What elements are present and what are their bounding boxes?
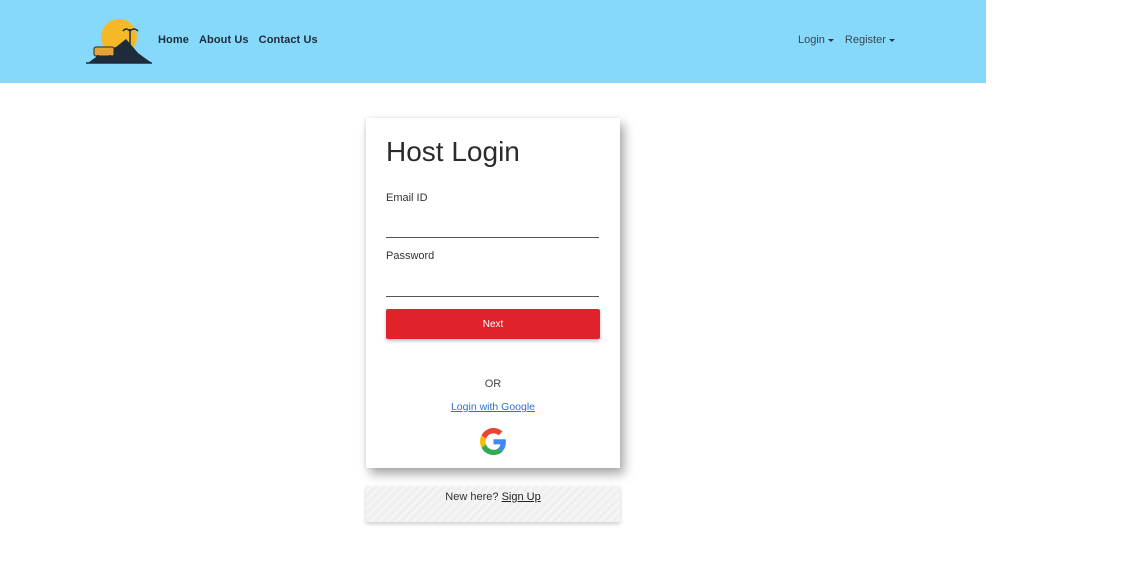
caret-down-icon (827, 39, 834, 42)
google-login-link[interactable]: Login with Google (366, 401, 620, 413)
logo-icon[interactable] (86, 19, 152, 65)
password-label: Password (386, 250, 435, 262)
nav-about-link[interactable]: About Us (199, 34, 249, 46)
register-dropdown-label: Register (844, 34, 886, 46)
signup-prompt: New here? (445, 491, 499, 503)
email-field[interactable] (386, 215, 599, 238)
next-button[interactable]: Next (386, 309, 600, 339)
login-dropdown-label: Login (798, 34, 825, 46)
login-card: Host Login Email ID Password Next OR Log… (366, 118, 620, 468)
signup-link[interactable]: Sign Up (502, 491, 541, 503)
google-icon[interactable] (480, 428, 507, 455)
signup-box: New here? Sign Up (366, 486, 620, 522)
nav-home-link[interactable]: Home (158, 34, 189, 46)
nav-contact-link[interactable]: Contact Us (259, 34, 318, 46)
caret-down-icon (888, 39, 895, 42)
page-title: Host Login (386, 136, 520, 167)
register-dropdown[interactable]: Register (845, 34, 895, 46)
password-field[interactable] (386, 274, 599, 297)
navbar: Home About Us Contact Us Login Register (0, 0, 986, 83)
email-label: Email ID (386, 192, 428, 204)
or-divider-text: OR (484, 378, 502, 390)
login-dropdown[interactable]: Login (798, 34, 834, 46)
